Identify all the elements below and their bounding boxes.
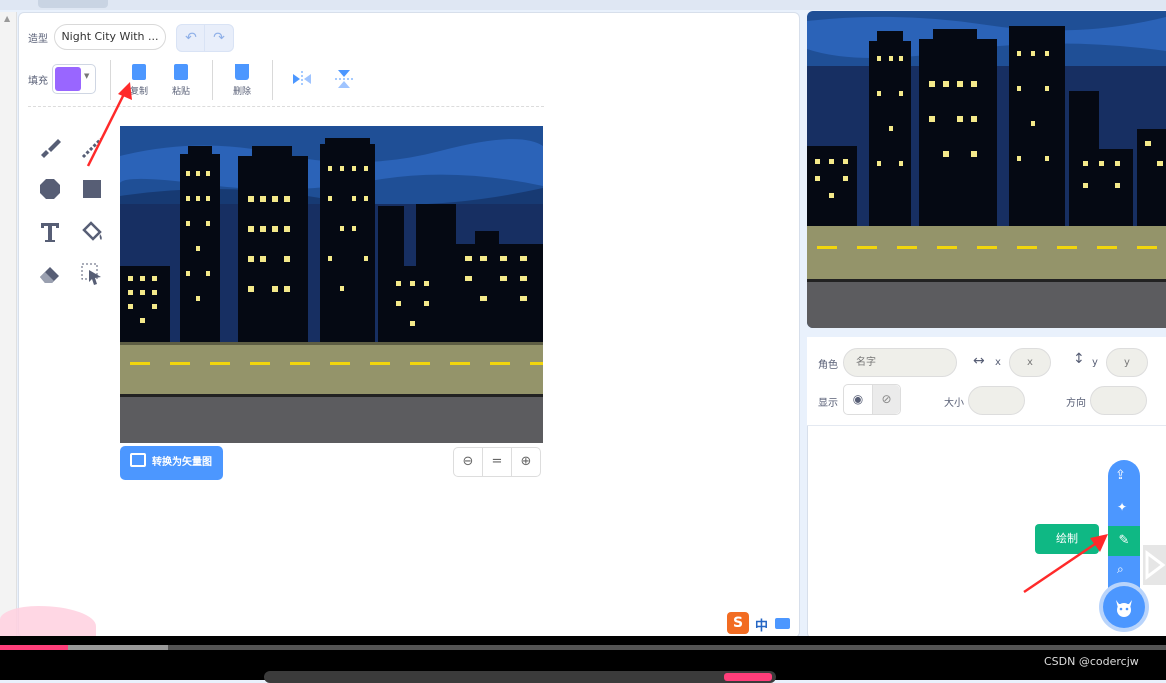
keyboard-icon (775, 618, 790, 629)
flip-vertical-icon[interactable] (334, 68, 354, 90)
size-label: 大小 (944, 398, 964, 409)
costume-name-input[interactable]: Night City With ... (54, 24, 166, 50)
left-scrollbar[interactable]: ▲ (0, 12, 17, 636)
rectangle-icon[interactable] (79, 176, 105, 202)
hide-eye-icon[interactable]: ⊘ (873, 385, 900, 414)
size-input[interactable] (968, 386, 1025, 415)
flip-horizontal-icon[interactable] (291, 70, 313, 88)
delete-label: 删除 (232, 87, 251, 97)
redo-icon: ↷ (213, 30, 225, 46)
surprise-icon[interactable]: ✦ (1117, 500, 1127, 514)
trash-icon (235, 64, 249, 80)
image-icon (130, 453, 146, 467)
show-eye-icon[interactable]: ◉ (844, 385, 873, 414)
fill-icon[interactable] (79, 219, 105, 245)
sprite-role-label: 角色 (818, 360, 838, 371)
ime-indicator: S 中 (727, 612, 793, 634)
paste-label: 粘贴 (171, 87, 190, 97)
brush-icon[interactable] (37, 135, 63, 161)
watermark: CSDN @codercjw (1044, 655, 1139, 668)
expand-arrow[interactable] (1143, 545, 1166, 585)
y-input[interactable]: y (1106, 348, 1148, 377)
convert-label: 转换为矢量图 (152, 457, 212, 468)
annotation-arrow-draw (1023, 534, 1108, 594)
eraser-icon[interactable] (37, 261, 63, 287)
direction-label: 方向 (1066, 398, 1086, 409)
divider (212, 60, 213, 100)
zoom-reset-button[interactable]: = (483, 448, 512, 476)
zoom-in-icon[interactable]: ⊕ (512, 448, 540, 476)
direction-input[interactable] (1090, 386, 1147, 415)
visibility-toggle: ◉ ⊘ (843, 384, 901, 415)
y-label: y (1092, 357, 1098, 368)
undo-button[interactable]: ↶ (176, 24, 206, 52)
scroll-up-icon[interactable]: ▲ (4, 14, 10, 23)
delete-button[interactable]: 删除 (224, 62, 260, 102)
select-icon[interactable] (79, 261, 105, 287)
text-icon[interactable] (37, 219, 63, 245)
x-label: x (995, 357, 1001, 368)
undo-icon: ↶ (185, 30, 197, 46)
paste-icon (174, 64, 188, 80)
divider (272, 60, 273, 100)
circle-icon[interactable] (37, 176, 63, 202)
x-input[interactable]: x (1009, 348, 1051, 377)
zoom-controls: ⊖ = ⊕ (453, 447, 541, 477)
show-label: 显示 (818, 398, 838, 409)
video-progress-track[interactable] (0, 645, 1166, 650)
costume-label: 造型 (28, 34, 48, 45)
search-icon[interactable]: ⌕ (1117, 562, 1124, 577)
play-arrow-icon (1145, 550, 1166, 580)
video-progress-fill (0, 645, 68, 650)
vertical-arrows-icon: ↕ (1073, 351, 1085, 367)
caret-down-icon: ▼ (84, 72, 90, 80)
video-progress-buffer (68, 645, 168, 650)
paste-button[interactable]: 粘贴 (163, 62, 199, 102)
annotation-arrow-copy (86, 82, 132, 167)
copy-icon (132, 64, 146, 80)
convert-to-vector-button[interactable]: 转换为矢量图 (120, 446, 223, 480)
paint-canvas[interactable] (120, 126, 543, 443)
night-city-image (120, 126, 543, 443)
paint-brush-icon[interactable]: ✎ (1108, 526, 1140, 556)
subtitle-bar (264, 671, 776, 683)
stage-image (807, 11, 1166, 328)
stage-preview[interactable] (807, 11, 1166, 328)
top-strip (0, 0, 1166, 10)
ime-mode-label: 中 (755, 619, 769, 634)
horizontal-arrows-icon: ↔ (973, 353, 985, 369)
upload-icon[interactable]: ⇪ (1115, 468, 1126, 483)
fill-swatch (55, 67, 81, 91)
top-tab[interactable] (38, 0, 108, 8)
sprite-name-input[interactable]: 名字 (843, 348, 957, 377)
zoom-out-icon[interactable]: ⊖ (454, 448, 483, 476)
redo-button[interactable]: ↷ (204, 24, 234, 52)
sogou-icon: S (727, 612, 749, 634)
fill-label: 填充 (28, 76, 48, 87)
